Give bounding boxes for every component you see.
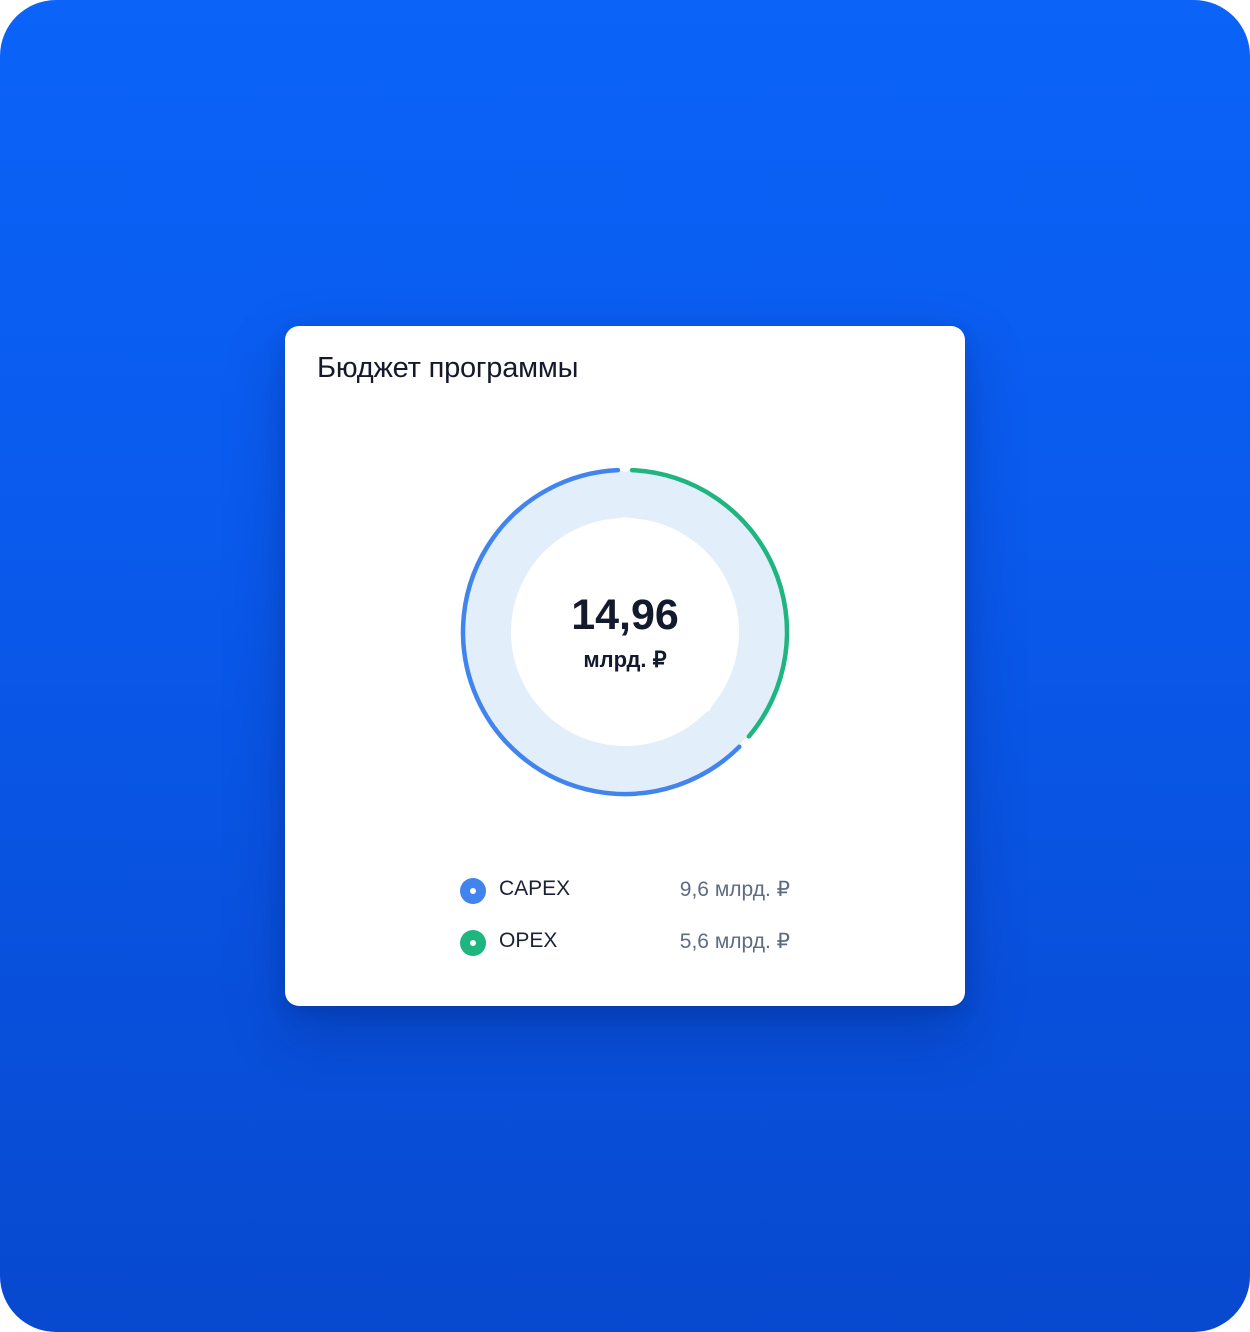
background-frame: 14,96 млрд. ₽ Бюджет программы CAPEX 9,6… xyxy=(0,0,1250,1332)
opex-dot-icon xyxy=(460,930,486,956)
legend-value: 5,6 млрд. ₽ xyxy=(679,930,790,953)
legend-item-capex: CAPEX 9,6 млрд. ₽ xyxy=(460,874,790,926)
legend-item-opex: OPEX 5,6 млрд. ₽ xyxy=(460,926,790,978)
legend-label: OPEX xyxy=(499,929,558,952)
legend-label: CAPEX xyxy=(499,877,571,900)
donut-total-unit: млрд. ₽ xyxy=(583,647,666,672)
card-title: Бюджет программы xyxy=(317,352,579,384)
legend-value: 9,6 млрд. ₽ xyxy=(679,878,790,901)
donut-total-value: 14,96 xyxy=(571,591,679,639)
capex-dot-icon xyxy=(460,878,486,904)
chart-legend: CAPEX 9,6 млрд. ₽ OPEX 5,6 млрд. ₽ xyxy=(460,874,790,978)
